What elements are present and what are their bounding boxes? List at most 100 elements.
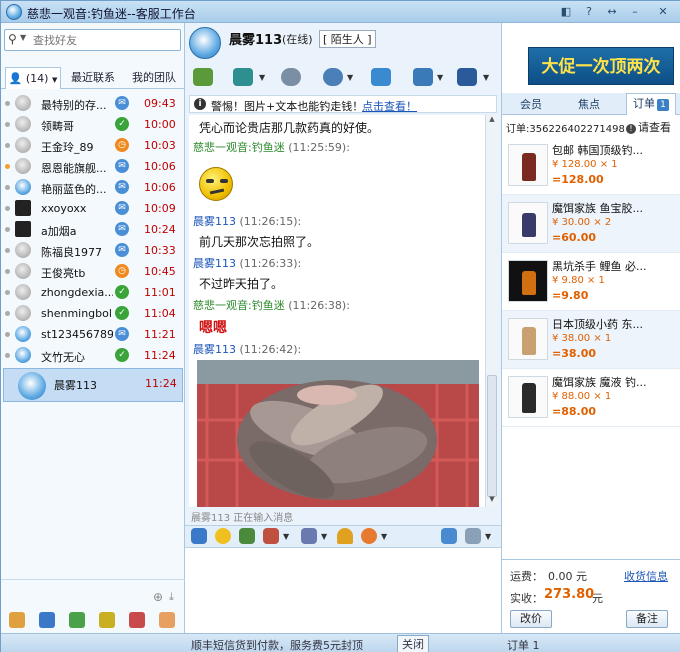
change-price-button[interactable]: 改价	[510, 610, 552, 628]
warning-link[interactable]: 点击查看！	[362, 98, 417, 114]
tab-team[interactable]: 我的团队	[125, 67, 183, 89]
list-item[interactable]: 王俊亮tb ◷ 10:45	[3, 261, 183, 282]
add-contact-icon[interactable]	[371, 68, 391, 86]
chevron-down-icon[interactable]: ▼	[485, 532, 491, 541]
list-item[interactable]: a加烟a ✉ 10:24	[3, 219, 183, 240]
image-icon[interactable]	[239, 528, 255, 544]
chevron-down-icon[interactable]: ▼	[259, 73, 265, 82]
download-icon[interactable]: ⤓	[169, 590, 174, 604]
list-item-selected[interactable]: 晨雾113 11:24	[3, 368, 183, 402]
screenshot-icon[interactable]	[263, 528, 279, 544]
bottom-order-tab[interactable]: 订单 1	[507, 637, 540, 652]
list-item[interactable]: 艳丽蓝色的... ✉ 10:06	[3, 177, 183, 198]
scroll-up-icon[interactable]: ▲	[486, 115, 498, 125]
list-item[interactable]: 陈福良1977 ✉ 10:33	[3, 240, 183, 261]
promo-banner[interactable]: 大促一次顶两次	[528, 47, 674, 85]
presence-dot	[5, 122, 10, 127]
chevron-down-icon[interactable]: ▼	[283, 532, 289, 541]
presence-dot	[5, 353, 10, 358]
list-item[interactable]: 魔饵家族 魔液 钓... ¥ 88.00 × 1 =88.00	[502, 369, 680, 427]
list-item[interactable]: 包邮 韩国顶级钓... ¥ 128.00 × 1 =128.00	[502, 137, 680, 195]
tab-member[interactable]: 会员	[520, 96, 542, 112]
heart-icon[interactable]	[361, 528, 377, 544]
shipping-info-link[interactable]: 收货信息	[624, 568, 668, 584]
hand-icon[interactable]	[159, 612, 175, 628]
order-count-badge: 1	[657, 99, 669, 111]
list-item[interactable]: 领畴哥 ✓ 10:00	[3, 114, 183, 135]
list-item[interactable]: 最特别的存... ✉ 09:43	[3, 93, 183, 114]
clock-icon: ◷	[115, 264, 129, 278]
emoji-icon[interactable]	[215, 528, 231, 544]
chat-record-icon[interactable]	[441, 528, 457, 544]
tab-recent[interactable]: 最近联系	[65, 67, 121, 89]
list-item[interactable]: 王金玲_89 ◷ 10:03	[3, 135, 183, 156]
restore-icon[interactable]: ↔	[603, 4, 621, 20]
phrase-icon[interactable]	[301, 528, 317, 544]
list-item[interactable]: 文竹无心 ✓ 11:24	[3, 345, 183, 366]
avatar[interactable]	[189, 27, 221, 59]
list-item[interactable]: 魔饵家族 鱼宝胶... ¥ 30.00 × 2 =60.00	[502, 195, 680, 253]
bottom-ad-text[interactable]: 顺丰短信货到付款，服务费5元封顶	[191, 637, 363, 652]
close-icon[interactable]: ✕	[654, 4, 672, 20]
scroll-down-icon[interactable]: ▼	[486, 495, 498, 505]
list-item[interactable]: 恩恩能旗舰... ✉ 10:06	[3, 156, 183, 177]
tab-contacts[interactable]: 👤 (14) ▼	[5, 67, 61, 89]
more-tools-icon[interactable]	[457, 68, 477, 86]
order-number: 订单:356226402271498	[506, 124, 625, 135]
chevron-down-icon[interactable]: ▼	[20, 33, 26, 42]
chevron-down-icon[interactable]: ▼	[321, 532, 327, 541]
package-icon[interactable]	[99, 612, 115, 628]
voice-icon[interactable]	[281, 68, 301, 86]
contact-pane: ⚲ ▼ 👤 (14) ▼ 最近联系 我的团队 最特别的存...✉09:43 领畴…	[1, 23, 185, 652]
search-icon[interactable]: ⚲	[8, 32, 17, 46]
avatar	[15, 347, 31, 363]
search-input[interactable]	[33, 32, 173, 48]
shop-icon[interactable]	[69, 612, 85, 628]
store-icon[interactable]	[129, 612, 145, 628]
minimize-icon[interactable]: –	[626, 4, 644, 20]
message-input[interactable]	[185, 547, 501, 633]
video-icon[interactable]	[323, 68, 343, 86]
chevron-down-icon[interactable]: ▼	[381, 532, 387, 541]
bell-icon[interactable]	[337, 528, 353, 544]
fish-photo[interactable]	[197, 360, 479, 507]
list-item[interactable]: 黑坑杀手 鲤鱼 必... ¥ 9.80 × 1 =9.80	[502, 253, 680, 311]
typing-status: 晨雾113 正在输入消息	[191, 513, 294, 524]
list-item[interactable]: 日本顶级小药 东... ¥ 38.00 × 1 =38.00	[502, 311, 680, 369]
avatar	[15, 137, 31, 153]
list-item[interactable]: shenmingbol1 ✓ 11:04	[3, 303, 183, 324]
ask-link[interactable]: ! 请查看	[626, 119, 671, 135]
info-icon: i	[194, 98, 206, 110]
emoticon-eye	[206, 179, 214, 183]
scroll-thumb[interactable]	[487, 375, 497, 497]
list-item[interactable]: xxoyoxx ✉ 10:09	[3, 198, 183, 219]
list-item[interactable]: zhongdexia... ✓ 11:01	[3, 282, 183, 303]
list-item[interactable]: st1234567891✉11:21	[3, 324, 183, 345]
history-icon[interactable]	[465, 528, 481, 544]
close-ad-button[interactable]: 关闭	[397, 635, 429, 652]
help-icon[interactable]: ?	[580, 4, 598, 20]
tab-order[interactable]: 订单 1	[626, 93, 676, 115]
paid-amount: 273.80	[544, 587, 595, 602]
order-pane: 大促一次顶两次 会员 焦点 订单 1 订单:356226402271498 ! 请查…	[501, 23, 680, 633]
transfer-icon[interactable]	[193, 68, 213, 86]
sell-icon[interactable]	[39, 612, 55, 628]
tab-focus[interactable]: 焦点	[578, 96, 600, 112]
chevron-down-icon[interactable]: ▼	[347, 73, 353, 82]
message-icon: ✉	[115, 222, 129, 236]
chat-scrollbar[interactable]: ▲ ▼	[485, 115, 497, 507]
user-manage-icon[interactable]	[9, 612, 25, 628]
add-icon[interactable]: ⊕	[153, 590, 163, 604]
presence-dot	[5, 311, 10, 316]
skin-icon[interactable]: ◧	[557, 4, 575, 20]
check-icon: ✓	[115, 348, 129, 362]
product-thumbnail	[508, 202, 548, 244]
chevron-down-icon[interactable]: ▼	[437, 73, 443, 82]
font-icon[interactable]	[191, 528, 207, 544]
remote-assist-icon[interactable]	[413, 68, 433, 86]
note-button[interactable]: 备注	[626, 610, 668, 628]
send-file-icon[interactable]	[233, 68, 253, 86]
product-bottle	[522, 153, 536, 181]
chevron-down-icon[interactable]: ▼	[483, 73, 489, 82]
presence-dot	[5, 290, 10, 295]
